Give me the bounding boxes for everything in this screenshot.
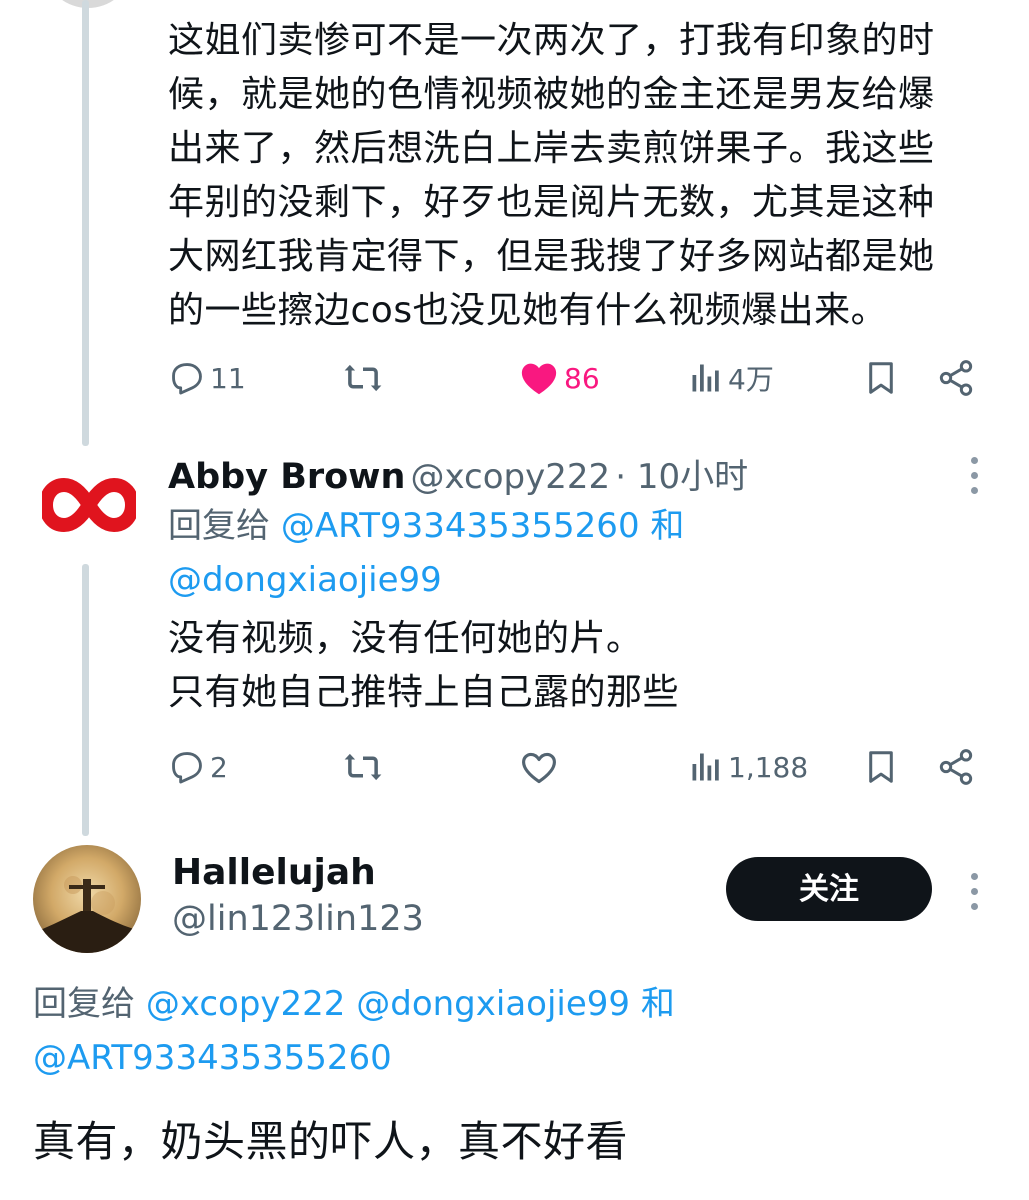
tweet-2-line: 没有视频，没有任何她的片。: [168, 618, 643, 659]
mention-and: 和: [650, 506, 685, 546]
tweet-1-line: 年别的没剩下，好歹也是阅片无数，尤其是这种: [168, 182, 935, 223]
views-icon: [692, 753, 719, 781]
tweet-1-text: 这姐们卖惨可不是一次两次了，打我有印象的时 候，就是她的色情视频被她的金主还是男…: [168, 14, 935, 338]
mention-link[interactable]: @dongxiaojie99: [168, 560, 442, 600]
thread-line-middle: [82, 564, 89, 836]
views-count: 1,188: [728, 750, 809, 784]
like-button[interactable]: [518, 742, 560, 792]
tweet-3-text: 真有，奶头黑的吓人，真不好看: [33, 1117, 629, 1166]
mention-link[interactable]: @xcopy222: [146, 984, 346, 1024]
like-button[interactable]: 86: [518, 353, 600, 403]
bookmark-button[interactable]: [862, 353, 900, 403]
moon-statue-image: [33, 845, 141, 953]
like-icon: [521, 363, 557, 395]
tweet-3-user: Hallelujah @lin123lin123: [172, 852, 424, 939]
thread-line-top: [82, 0, 89, 446]
retweet-icon: [344, 364, 382, 392]
tweet-2-line: 只有她自己推特上自己露的那些: [168, 672, 680, 713]
reply-count: 2: [210, 750, 228, 784]
more-icon[interactable]: [971, 457, 981, 502]
reply-button[interactable]: 11: [168, 353, 246, 403]
infinity-logo-icon: [38, 477, 140, 533]
tweet-1-line: 的一些擦边cos也没见她有什么视频爆出来。: [168, 290, 888, 331]
mention-link[interactable]: @ART933435355260: [33, 1038, 392, 1078]
like-count: 86: [564, 361, 600, 395]
tweet-1-line: 大网红我肯定得下，但是我搜了好多网站都是她: [168, 236, 935, 277]
post-time[interactable]: · 10小时: [615, 457, 748, 497]
share-button[interactable]: [936, 742, 976, 792]
reply-icon: [172, 363, 202, 395]
user-handle[interactable]: @xcopy222: [411, 457, 611, 497]
reply-to-label: 回复给: [168, 506, 270, 546]
reply-button[interactable]: 2: [168, 742, 228, 792]
tweet-1-line: 出来了，然后想洗白上岸去卖煎饼果子。我这些: [168, 128, 935, 169]
bookmark-icon: [869, 362, 893, 394]
mention-link[interactable]: @ART933435355260: [281, 506, 640, 546]
reply-icon: [172, 752, 202, 784]
retweet-button[interactable]: [342, 742, 384, 792]
views-button[interactable]: 4万: [688, 353, 774, 403]
share-icon: [939, 749, 973, 785]
tweet-1-line: 这姐们卖惨可不是一次两次了，打我有印象的时: [168, 20, 935, 61]
bookmark-icon: [869, 751, 893, 783]
views-icon: [692, 364, 719, 392]
user-handle[interactable]: @lin123lin123: [172, 899, 424, 939]
views-count: 4万: [728, 363, 774, 396]
mention-and: 和: [640, 984, 675, 1024]
tweet-2-reply-to: 回复给 @ART933435355260 和 @dongxiaojie99: [168, 499, 968, 607]
abby-brown-avatar[interactable]: [38, 470, 140, 540]
tweet-3-reply-to: 回复给 @xcopy222 @dongxiaojie99 和 @ART93343…: [33, 977, 933, 1085]
reply-count: 11: [210, 361, 246, 395]
reply-to-label: 回复给: [33, 984, 135, 1024]
hallelujah-avatar[interactable]: [33, 845, 141, 953]
like-icon: [522, 752, 556, 784]
bookmark-button[interactable]: [862, 742, 900, 792]
retweet-icon: [344, 753, 382, 781]
follow-button[interactable]: 关注: [726, 857, 932, 921]
tweet-2-actions: 2 1,188: [168, 742, 988, 792]
share-icon: [939, 360, 973, 396]
tweet-1-line: 候，就是她的色情视频被她的金主还是男友给爆: [168, 74, 935, 115]
retweet-button[interactable]: [342, 353, 384, 403]
tweet-1-actions: 11 86 4万: [168, 353, 988, 403]
more-icon[interactable]: [971, 873, 981, 918]
display-name[interactable]: Abby Brown: [168, 457, 405, 497]
tweet-2-text: 没有视频，没有任何她的片。 只有她自己推特上自己露的那些: [168, 612, 679, 720]
mention-link[interactable]: @dongxiaojie99: [356, 984, 630, 1024]
views-button[interactable]: 1,188: [688, 742, 808, 792]
tweet-2-header: Abby Brown @xcopy222 · 10小时: [168, 449, 748, 498]
share-button[interactable]: [936, 353, 976, 403]
display-name[interactable]: Hallelujah: [172, 852, 424, 893]
